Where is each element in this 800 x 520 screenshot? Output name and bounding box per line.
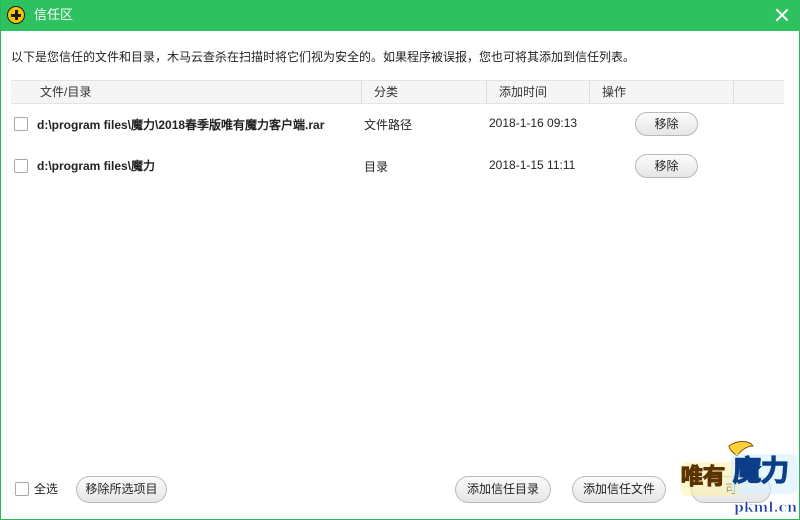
watermark-site-text: pkml.cn: [734, 500, 797, 516]
column-divider[interactable]: [486, 81, 487, 103]
row-checkbox[interactable]: [14, 117, 28, 131]
column-header-time[interactable]: 添加时间: [499, 81, 547, 103]
column-divider[interactable]: [361, 81, 362, 103]
column-header-action: 操作: [602, 85, 627, 99]
shield-plus-icon: [7, 6, 25, 24]
window-title: 信任区: [34, 7, 74, 22]
remove-selected-button[interactable]: 移除所选项目: [76, 476, 167, 503]
add-trusted-directory-button[interactable]: 添加信任目录: [455, 476, 551, 503]
time-cell: 2018-1-16 09:13: [489, 116, 578, 130]
path-cell: d:\program files\魔力: [37, 159, 156, 173]
column-divider[interactable]: [589, 81, 590, 103]
column-header-path[interactable]: 文件/目录: [40, 81, 91, 103]
table-header: 文件/目录 分类 添加时间 操作: [11, 80, 784, 104]
column-divider[interactable]: [733, 81, 734, 103]
time-cell: 2018-1-15 11:11: [489, 158, 576, 172]
remove-button[interactable]: 移除: [635, 154, 698, 178]
category-cell: 目录: [364, 160, 389, 174]
select-all-checkbox[interactable]: [15, 482, 29, 496]
remove-button[interactable]: 移除: [635, 112, 698, 136]
table-row: d:\program files\魔力 目录 2018-1-15 11:11 移…: [11, 146, 784, 186]
site-watermark-logo: 唯有 魔力 pkml.cn: [680, 441, 798, 516]
close-icon[interactable]: [773, 6, 791, 24]
path-cell: d:\program files\魔力\2018春季版唯有魔力客户端.rar: [37, 118, 325, 132]
description-text: 以下是您信任的文件和目录，木马云查杀在扫描时将它们视为安全的。如果程序被误报，您…: [11, 50, 636, 64]
column-header-category[interactable]: 分类: [374, 81, 398, 103]
svg-text:魔力: 魔力: [733, 454, 789, 487]
trust-zone-window: 信任区 以下是您信任的文件和目录，木马云查杀在扫描时将它们视为安全的。如果程序被…: [0, 0, 800, 520]
table-row: d:\program files\魔力\2018春季版唯有魔力客户端.rar 文…: [11, 104, 784, 144]
select-all-label[interactable]: 全选: [34, 482, 58, 497]
title-bar[interactable]: 信任区: [1, 0, 800, 31]
add-trusted-file-button[interactable]: 添加信任文件: [572, 476, 666, 503]
row-checkbox[interactable]: [14, 159, 28, 173]
svg-text:唯有: 唯有: [681, 464, 725, 490]
category-cell: 文件路径: [364, 118, 413, 132]
